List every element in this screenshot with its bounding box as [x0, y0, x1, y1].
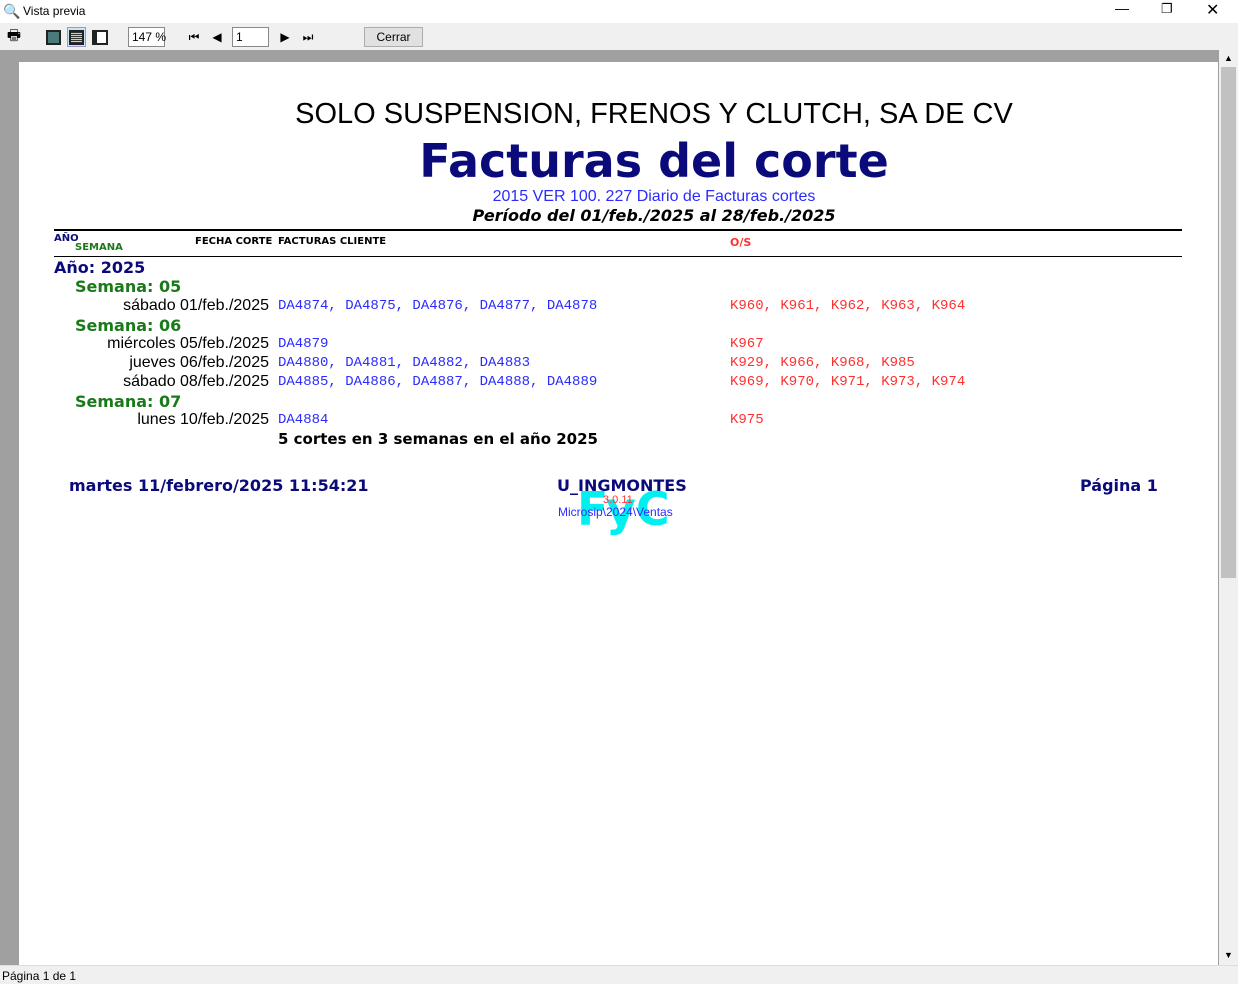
week-group: Semana: 07 [75, 392, 182, 411]
page-input[interactable]: 1 [232, 27, 269, 47]
cut-date: miércoles 05/feb./2025 [107, 335, 269, 352]
header-os: O/S [730, 236, 752, 249]
invoices: DA4880, DA4881, DA4882, DA4883 [278, 355, 531, 371]
invoices: DA4874, DA4875, DA4876, DA4877, DA4878 [278, 298, 598, 314]
footer-page: Página 1 [1080, 476, 1158, 495]
restore-button[interactable]: ❐ [1161, 1, 1173, 17]
footer-datetime: martes 11/febrero/2025 11:54:21 [69, 476, 369, 495]
window-title: Vista previa [23, 4, 86, 18]
invoices: DA4879 [278, 336, 329, 352]
cut-date: jueves 06/feb./2025 [129, 354, 269, 371]
zoom-input[interactable]: 147 % [128, 27, 166, 47]
report-period: Período del 01/feb./2025 al 28/feb./2025 [472, 206, 836, 225]
report-title: Facturas del corte [419, 134, 889, 188]
cut-date: sábado 01/feb./2025 [123, 297, 269, 314]
status-page: Página 1 de 1 [2, 969, 77, 983]
scroll-up-icon[interactable]: ▲ [1224, 53, 1233, 63]
scroll-thumb[interactable] [1221, 67, 1236, 578]
summary: 5 cortes en 3 semanas en el año 2025 [278, 430, 598, 448]
scroll-down-icon[interactable]: ▼ [1224, 950, 1233, 960]
print-icon[interactable]: 🖶 [5, 27, 23, 47]
report-subtitle: 2015 VER 100. 227 Diario de Facturas cor… [492, 188, 816, 205]
first-page-icon[interactable]: ⏮ [186, 27, 202, 47]
page-width-view-button[interactable] [67, 27, 86, 47]
last-page-icon[interactable]: ⏭ [300, 27, 316, 47]
header-bottom-rule [54, 256, 1182, 257]
invoices: DA4885, DA4886, DA4887, DA4888, DA4889 [278, 374, 598, 390]
title-bar: 🔍 Vista previa — ❐ ✕ [0, 0, 1238, 23]
previous-page-icon[interactable]: ◀ [210, 27, 224, 47]
close-button[interactable]: Cerrar [364, 27, 423, 47]
company-name: SOLO SUSPENSION, FRENOS Y CLUTCH, SA DE … [295, 98, 1013, 130]
invoices: DA4884 [278, 412, 329, 428]
cut-date: lunes 10/feb./2025 [137, 411, 269, 428]
year-group: Año: 2025 [54, 258, 146, 277]
orders: K975 [730, 412, 764, 428]
minimize-button[interactable]: — [1115, 0, 1129, 16]
cut-date: sábado 08/feb./2025 [123, 373, 269, 390]
header-week: SEMANA [75, 242, 123, 253]
report-page: SOLO SUSPENSION, FRENOS Y CLUTCH, SA DE … [19, 62, 1218, 965]
close-window-button[interactable]: ✕ [1206, 0, 1219, 20]
header-top-rule [54, 229, 1182, 231]
header-date: FECHA CORTE [195, 236, 273, 247]
footer-path: Microsip\2024\Ventas [558, 505, 673, 519]
orders: K969, K970, K971, K973, K974 [730, 374, 966, 390]
status-bar: Página 1 de 1 [0, 965, 1238, 984]
orders: K960, K961, K962, K963, K964 [730, 298, 966, 314]
toolbar: 🖶 147 % ⏮ ◀ 1 ▶ ⏭ Cerrar [0, 23, 1238, 50]
next-page-icon[interactable]: ▶ [278, 27, 292, 47]
footer-user: U_INGMONTES [557, 476, 687, 495]
orders: K929, K966, K968, K985 [730, 355, 915, 371]
week-group: Semana: 06 [75, 316, 182, 335]
multi-page-view-button[interactable] [91, 27, 108, 47]
week-group: Semana: 05 [75, 277, 182, 296]
vertical-scrollbar[interactable]: ▲ ▼ [1219, 50, 1238, 965]
one-page-view-button[interactable] [45, 27, 62, 47]
orders: K967 [730, 336, 764, 352]
print-preview-icon: 🔍 [3, 3, 21, 19]
header-invoices: FACTURAS CLIENTE [278, 236, 387, 247]
